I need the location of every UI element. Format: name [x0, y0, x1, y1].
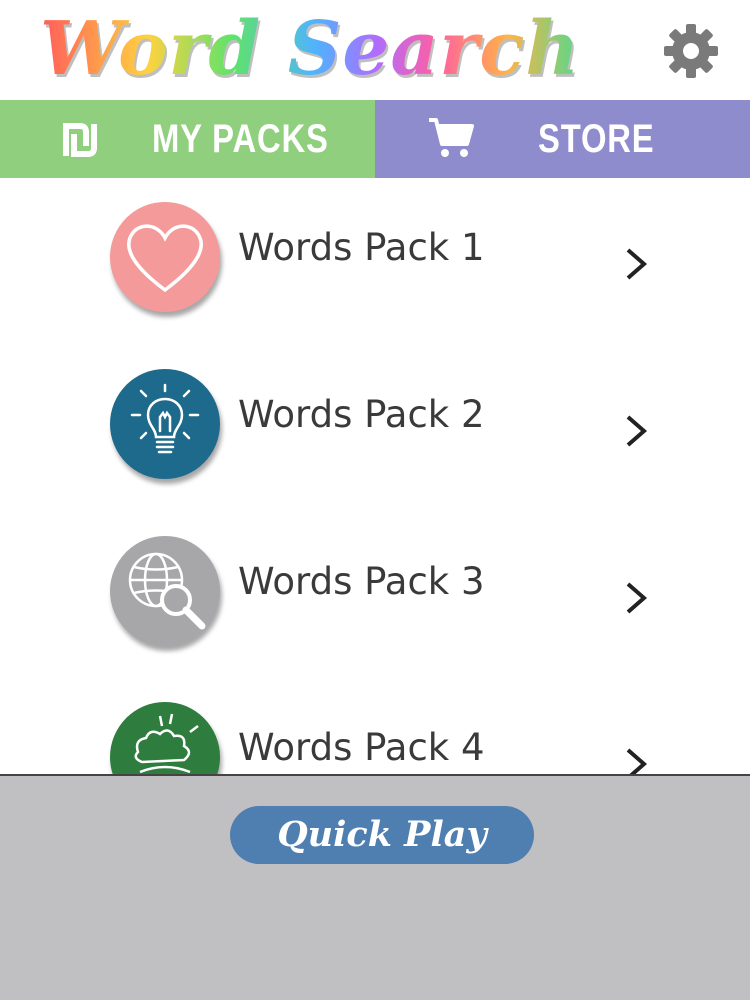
chevron-right-icon: [626, 582, 648, 614]
explosion-icon: [110, 702, 220, 774]
tab-store[interactable]: STORE: [375, 100, 750, 178]
pack-label: Words Pack 4: [238, 726, 485, 769]
gear-icon: [664, 24, 718, 78]
pack-row-2[interactable]: Words Pack 2: [0, 345, 750, 511]
app-header: Word Search: [0, 0, 750, 100]
globe-search-icon: [110, 536, 220, 646]
tab-my-packs-label: MY PACKS: [152, 117, 329, 161]
tab-my-packs[interactable]: MY PACKS: [0, 100, 375, 178]
quick-play-button[interactable]: Quick Play: [230, 806, 534, 864]
shopping-cart-icon: [429, 118, 474, 157]
pack-label: Words Pack 2: [238, 393, 485, 436]
lightbulb-icon: [110, 369, 220, 479]
tab-bar: MY PACKS STORE: [0, 100, 750, 178]
heart-icon: [110, 202, 220, 312]
settings-button[interactable]: [660, 20, 722, 82]
chevron-right-icon: [626, 248, 648, 280]
packs-list[interactable]: Words Pack 1 Words Pack 2 Words Pack 3 W…: [0, 178, 750, 774]
chevron-right-icon: [626, 748, 648, 774]
chevron-right-icon: [626, 415, 648, 447]
tab-store-label: STORE: [538, 117, 655, 161]
pack-label: Words Pack 1: [238, 226, 485, 269]
bottom-bar: Quick Play: [0, 774, 750, 1000]
pack-row-3[interactable]: Words Pack 3: [0, 512, 750, 678]
pack-label: Words Pack 3: [238, 560, 485, 603]
app-title: Word Search: [40, 4, 640, 94]
pack-row-1[interactable]: Words Pack 1: [0, 178, 750, 344]
pack-row-4[interactable]: Words Pack 4: [0, 678, 750, 774]
shekel-icon: [63, 123, 97, 157]
